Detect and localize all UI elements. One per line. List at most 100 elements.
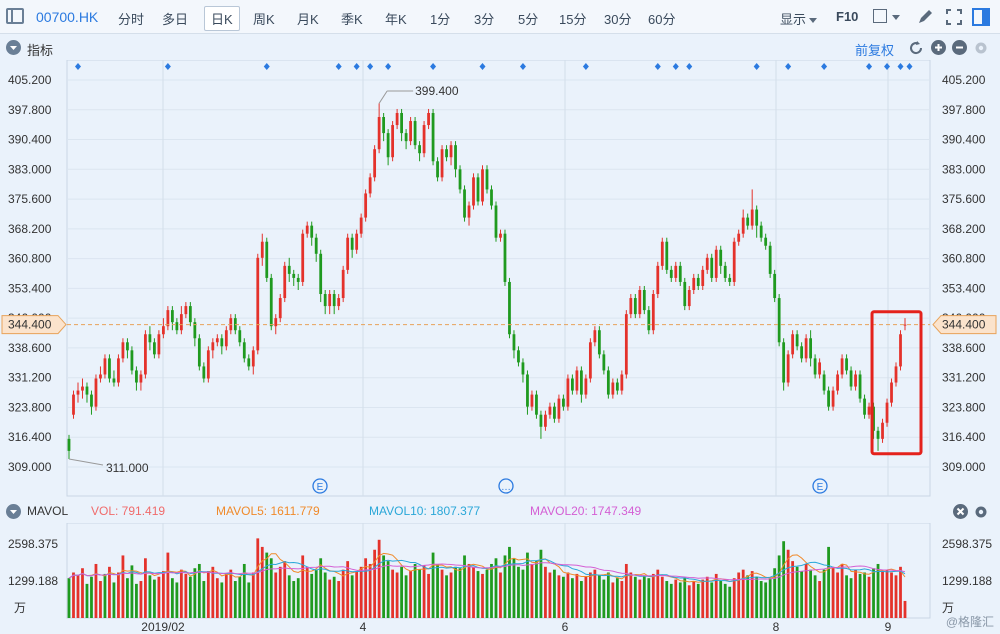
volume-bar xyxy=(804,563,808,618)
candle-body xyxy=(391,125,395,158)
settings-gear-icon[interactable] xyxy=(973,40,989,56)
earnings-event-icon[interactable]: E xyxy=(312,478,328,494)
candle-body xyxy=(588,342,592,379)
settings-gear-icon[interactable] xyxy=(973,504,989,520)
tab-3min[interactable]: 3分 xyxy=(474,9,494,28)
tab-15min[interactable]: 15分 xyxy=(559,9,586,28)
volume-bar xyxy=(206,571,210,618)
volume-bar xyxy=(121,555,125,618)
volume-bar xyxy=(238,576,242,618)
chevron-down-icon[interactable] xyxy=(892,15,900,20)
volume-bar xyxy=(809,569,813,618)
volume-bar xyxy=(579,581,583,618)
volume-bar xyxy=(881,571,884,618)
candle-body xyxy=(678,265,682,282)
refresh-icon[interactable] xyxy=(908,40,924,56)
tab-multi-day[interactable]: 多日 xyxy=(162,9,188,28)
candle-body xyxy=(328,294,332,307)
volume-chart[interactable]: 2598.3751299.1882598.3751299.188万 万2019/0… xyxy=(0,523,1000,634)
candle-body xyxy=(337,298,341,307)
y-tick-right: 405.200 xyxy=(942,73,986,87)
f10-button[interactable]: F10 xyxy=(836,9,858,24)
volume-bar xyxy=(472,566,475,618)
vol-y-tick-left: 2598.375 xyxy=(8,537,58,551)
volume-bar xyxy=(764,582,768,618)
vol-y-tick-right: 1299.188 xyxy=(942,574,992,588)
volume-bar xyxy=(144,558,147,618)
volume-bar xyxy=(723,583,727,618)
collapse-icon[interactable] xyxy=(6,40,21,55)
volume-bar xyxy=(269,558,273,618)
tab-weekly-k[interactable]: 周K xyxy=(253,9,275,28)
volume-bar xyxy=(899,566,902,618)
display-menu[interactable]: 显示 xyxy=(780,9,818,28)
volume-bar xyxy=(409,571,412,618)
candle-body xyxy=(238,330,242,343)
candlestick-chart[interactable]: 405.200 405.200 397.800 397.800 390.400 390.4… xyxy=(0,60,1000,501)
volume-bar xyxy=(885,569,889,618)
volume-bar xyxy=(242,563,246,618)
sidebar-toggle-icon[interactable] xyxy=(6,8,24,24)
volume-bar xyxy=(571,578,574,618)
candle-body xyxy=(840,358,844,375)
volume-bar xyxy=(566,572,570,618)
pen-icon[interactable] xyxy=(916,8,934,26)
tab-30min[interactable]: 30分 xyxy=(604,9,631,28)
volume-bar xyxy=(728,586,732,618)
y-tick-left: 383.000 xyxy=(8,162,52,176)
volume-bar xyxy=(458,568,462,618)
earnings-event-icon[interactable]: E xyxy=(812,478,828,494)
square-icon[interactable] xyxy=(873,9,887,23)
tab-5min[interactable]: 5分 xyxy=(518,9,538,28)
tab-1min[interactable]: 1分 xyxy=(430,9,450,28)
panel-icon[interactable] xyxy=(972,8,990,26)
tab-quarterly-k[interactable]: 季K xyxy=(341,9,363,28)
volume-bar xyxy=(553,569,556,618)
candle-body xyxy=(184,306,188,315)
volume-bar xyxy=(692,581,696,618)
candle-body xyxy=(660,241,664,266)
candle-body xyxy=(130,350,134,371)
volume-bar xyxy=(305,566,309,618)
adjust-button[interactable]: 前复权 xyxy=(855,40,894,59)
candle-body xyxy=(773,273,777,299)
candle-body xyxy=(858,374,862,399)
candle-body xyxy=(269,277,273,327)
toolbar: 00700.HK 分时 多日 日K 周K 月K 季K 年K 1分 3分 5分 1… xyxy=(0,0,1000,34)
tab-monthly-k[interactable]: 月K xyxy=(297,9,319,28)
close-icon[interactable] xyxy=(953,504,968,519)
stock-symbol[interactable]: 00700.HK xyxy=(36,9,98,25)
volume-bar xyxy=(310,573,314,618)
more-events-icon[interactable]: … xyxy=(498,478,514,494)
tab-60min[interactable]: 60分 xyxy=(648,9,675,28)
volume-bar xyxy=(112,582,116,618)
candle-body xyxy=(135,370,138,383)
candle-body xyxy=(224,330,228,347)
volume-bar xyxy=(705,576,709,618)
candle-body xyxy=(638,289,642,315)
candle-body xyxy=(112,378,116,383)
volume-bar xyxy=(382,555,386,618)
collapse-icon[interactable] xyxy=(6,504,21,519)
volume-bar xyxy=(233,581,237,618)
candle-body xyxy=(400,112,403,134)
candle-body xyxy=(418,145,421,154)
candle-body xyxy=(103,358,107,375)
candle-body xyxy=(602,354,606,371)
add-icon[interactable] xyxy=(931,40,946,55)
candle-body xyxy=(260,241,264,258)
candle-body xyxy=(81,386,84,391)
volume-bar xyxy=(440,569,444,618)
candle-body xyxy=(557,398,561,419)
tab-minute[interactable]: 分时 xyxy=(118,9,144,28)
volume-bar xyxy=(260,546,264,618)
candle-body xyxy=(144,334,147,375)
candle-body xyxy=(782,342,786,383)
volume-bar xyxy=(481,573,484,618)
tab-daily-k[interactable]: 日K xyxy=(204,6,240,31)
volume-bar xyxy=(337,581,341,618)
volume-bar xyxy=(229,569,233,618)
expand-icon[interactable] xyxy=(945,8,963,26)
remove-icon[interactable] xyxy=(952,40,967,55)
tab-yearly-k[interactable]: 年K xyxy=(385,9,407,28)
